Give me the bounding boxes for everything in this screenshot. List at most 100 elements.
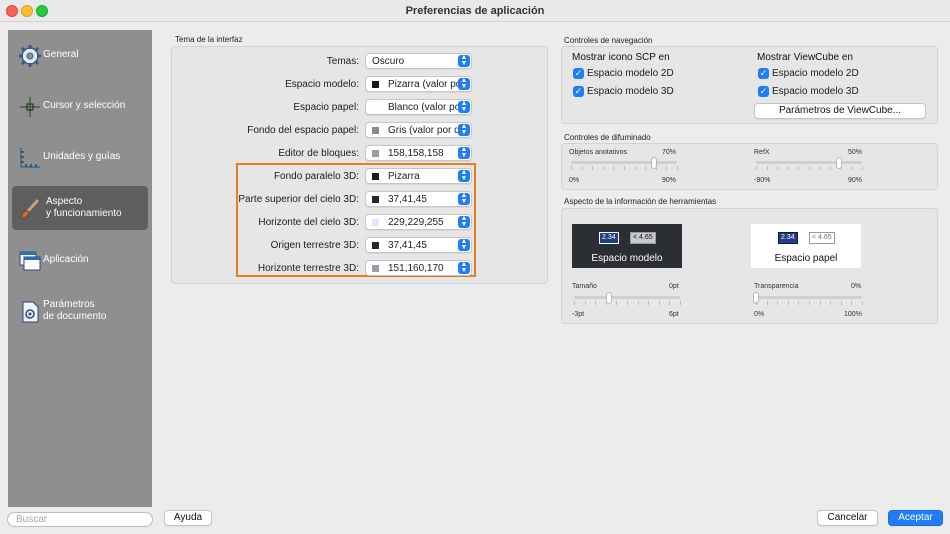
scp-model2d-checkbox[interactable]: ✓ bbox=[573, 68, 584, 79]
slider-tick bbox=[571, 166, 572, 170]
slider-tick bbox=[595, 301, 597, 305]
model-space-preview-label: Espacio modelo bbox=[591, 253, 663, 264]
popup-value: 158,158,158 bbox=[388, 148, 444, 159]
popup-value: Pizarra (valor por defecto) bbox=[388, 79, 460, 90]
slider-tick bbox=[658, 301, 660, 305]
document-gear-icon bbox=[22, 301, 39, 323]
viewcube-settings-button[interactable]: Parámetros de ViewCube... bbox=[754, 103, 926, 119]
sky-top-3d-popup[interactable]: 37,41,45 ▲ ▼ bbox=[365, 191, 472, 207]
fade-group-title: Controles de difuminado bbox=[564, 133, 651, 142]
help-button[interactable]: Ayuda bbox=[164, 510, 212, 526]
slider-tick bbox=[648, 301, 650, 305]
model-space-preview: 2.34 < 4.65 Espacio modelo bbox=[572, 224, 682, 268]
viewcube-model3d-checkbox[interactable]: ✓ bbox=[758, 86, 769, 97]
paper-background-popup[interactable]: Gris (valor por defecto) ▲▼ bbox=[365, 122, 472, 138]
ground-horizon-3d-label: Horizonte terrestre 3D: bbox=[257, 263, 359, 274]
paper-space-preview: 2.34 < 4.65 Espacio papel bbox=[751, 224, 861, 268]
chevron-updown-icon: ▲ ▼ bbox=[458, 54, 470, 67]
slider-tick bbox=[680, 301, 681, 305]
viewcube-model3d-label: Espacio modelo 3D bbox=[772, 86, 859, 97]
annot-slider[interactable] bbox=[571, 161, 677, 164]
slider-tick bbox=[624, 166, 625, 170]
slider-tick bbox=[830, 166, 832, 170]
block-editor-label: Editor de bloques: bbox=[278, 148, 359, 159]
slider-tick bbox=[840, 301, 842, 305]
chevron-updown-icon: ▲ ▼ bbox=[458, 261, 470, 274]
slider-tick bbox=[819, 166, 821, 170]
slider-tick bbox=[851, 166, 853, 170]
slider-tick bbox=[830, 301, 832, 305]
tooltip-value-box: < 4.65 bbox=[630, 232, 656, 244]
popup-value: Pizarra bbox=[388, 171, 420, 182]
sidebar-item-units[interactable]: Unidades y guías bbox=[12, 135, 148, 179]
sidebar-item-document-settings[interactable]: Parámetros de documento bbox=[12, 289, 148, 333]
color-swatch bbox=[372, 150, 379, 157]
sidebar: General Cursor y selección Unidades y gu… bbox=[8, 30, 152, 507]
model-space-popup[interactable]: Pizarra (valor por defecto) ▲▼ bbox=[365, 76, 472, 92]
slider-tick bbox=[819, 301, 821, 305]
slider-tick bbox=[581, 166, 583, 170]
slider-tick bbox=[677, 166, 678, 170]
crosshair-icon bbox=[20, 97, 40, 117]
sidebar-item-cursor[interactable]: Cursor y selección bbox=[12, 84, 148, 128]
refx-slider[interactable] bbox=[756, 161, 862, 164]
sidebar-item-appearance[interactable]: Aspecto y funcionamiento bbox=[12, 186, 148, 230]
size-min: -3pt bbox=[572, 311, 585, 318]
chevron-updown-icon: ▲ ▼ bbox=[458, 238, 470, 251]
sidebar-item-application[interactable]: Aplicación bbox=[12, 238, 148, 282]
slider-tick bbox=[634, 166, 636, 170]
viewcube-model2d-checkbox[interactable]: ✓ bbox=[758, 68, 769, 79]
scp-model3d-label: Espacio modelo 3D bbox=[587, 86, 674, 97]
chevron-updown-icon: ▲ ▼ bbox=[458, 215, 470, 228]
slider-tick bbox=[766, 166, 768, 170]
transparency-slider[interactable] bbox=[756, 296, 862, 299]
scp-title: Mostrar icono SCP en bbox=[572, 52, 670, 63]
ruler-axes-icon bbox=[20, 148, 40, 168]
sidebar-item-label: Unidades y guías bbox=[43, 151, 121, 162]
paper-space-label: Espacio papel: bbox=[293, 102, 359, 113]
chevron-updown-icon: ▲ ▼ bbox=[458, 77, 470, 90]
slider-tick bbox=[637, 301, 639, 305]
slider-tick bbox=[840, 166, 842, 170]
sky-horizon-3d-label: Horizonte del cielo 3D: bbox=[258, 217, 359, 228]
ground-horizon-3d-popup[interactable]: 151,160,170 ▲ ▼ bbox=[365, 260, 472, 276]
chevron-updown-icon: ▲ ▼ bbox=[458, 169, 470, 182]
slider-tick bbox=[602, 166, 604, 170]
color-swatch bbox=[372, 81, 379, 88]
ground-origin-3d-popup[interactable]: 37,41,45 ▲ ▼ bbox=[365, 237, 472, 253]
annot-min: 0% bbox=[569, 177, 580, 184]
color-swatch bbox=[372, 196, 379, 203]
themes-label: Temas: bbox=[326, 56, 359, 67]
accept-button[interactable]: Aceptar bbox=[888, 510, 943, 526]
popup-value: Gris (valor por defecto) bbox=[388, 125, 460, 136]
themes-popup[interactable]: Oscuro ▲ ▼ bbox=[365, 53, 472, 69]
slider-tick bbox=[809, 166, 810, 170]
slider-tick bbox=[605, 301, 607, 305]
viewcube-title: Mostrar ViewCube en bbox=[757, 52, 853, 63]
sky-top-3d-label: Parte superior del cielo 3D: bbox=[238, 194, 359, 205]
sky-horizon-3d-popup[interactable]: 229,229,255 ▲ ▼ bbox=[365, 214, 472, 230]
size-slider[interactable] bbox=[574, 296, 680, 299]
refx-max: 90% bbox=[848, 177, 863, 184]
block-editor-popup[interactable]: 158,158,158 ▲ ▼ bbox=[365, 145, 472, 161]
parallel-3d-label: Fondo paralelo 3D: bbox=[273, 171, 359, 182]
scp-model2d-label: Espacio modelo 2D bbox=[587, 68, 674, 79]
paintbrush-icon bbox=[21, 198, 40, 219]
chevron-updown-icon: ▲ ▼ bbox=[458, 123, 470, 136]
slider-tick bbox=[616, 301, 618, 305]
slider-tick bbox=[766, 301, 768, 305]
nav-group-title: Controles de navegación bbox=[564, 36, 653, 45]
paper-space-preview-label: Espacio papel bbox=[774, 253, 838, 264]
size-slider-knob[interactable] bbox=[605, 292, 612, 304]
sidebar-item-label: Aspecto y funcionamiento bbox=[46, 196, 122, 219]
tooltip-value-box: 2.34 bbox=[778, 232, 798, 244]
search-input[interactable]: Buscar bbox=[7, 512, 153, 527]
transparency-min: 0% bbox=[754, 311, 765, 318]
sidebar-item-general[interactable]: General bbox=[12, 33, 148, 77]
refx-label: RefX bbox=[754, 149, 770, 156]
parallel-3d-popup[interactable]: Pizarra ▲ ▼ bbox=[365, 168, 472, 184]
color-swatch bbox=[372, 265, 379, 272]
cancel-button[interactable]: Cancelar bbox=[817, 510, 878, 526]
scp-model3d-checkbox[interactable]: ✓ bbox=[573, 86, 584, 97]
paper-space-popup[interactable]: Blanco (valor por defecto) ▲▼ bbox=[365, 99, 472, 115]
